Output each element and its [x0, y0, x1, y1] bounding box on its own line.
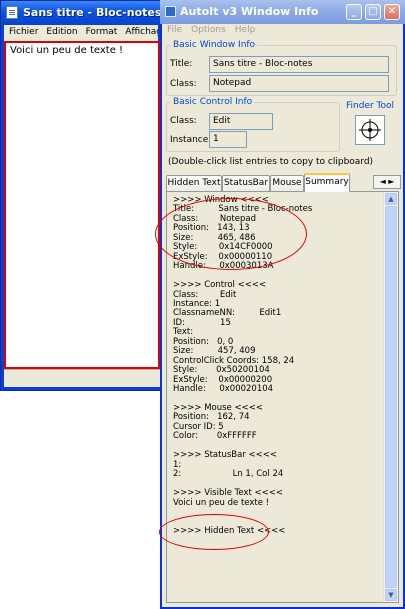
summary-line[interactable]: Handle: 0x0003013A: [173, 261, 312, 271]
menu-edition[interactable]: Edition: [41, 25, 80, 37]
maximize-button[interactable]: □: [365, 4, 381, 20]
autoit-menubar: File Options Help: [162, 24, 403, 39]
tab-summary[interactable]: Summary: [304, 173, 350, 192]
menu-help[interactable]: Help: [230, 24, 260, 35]
basic-control-info-legend: Basic Control Info: [173, 97, 253, 107]
control-instance-label: Instance:: [170, 135, 212, 145]
summary-line[interactable]: >>>> StatusBar <<<<: [173, 450, 312, 460]
control-class-field[interactable]: Edit: [209, 113, 273, 130]
summary-line[interactable]: 2: Ln 1, Col 24: [173, 469, 312, 479]
summary-line[interactable]: Handle: 0x00020104: [173, 384, 312, 394]
summary-line[interactable]: >>>> Hidden Text <<<<: [173, 526, 312, 536]
summary-line[interactable]: [173, 508, 312, 517]
finder-tool-label: Finder Tool: [346, 101, 395, 111]
summary-line[interactable]: Color: 0xFFFFFF: [173, 431, 312, 441]
notepad-edit-area[interactable]: Voici un peu de texte !: [4, 41, 160, 369]
notepad-title-bar[interactable]: Sans titre - Bloc-notes: [1, 1, 161, 25]
copy-hint: (Double-click list entries to copy to cl…: [168, 157, 374, 167]
summary-lines: >>>> Window <<<< Title: Sans titre - Bloc…: [173, 195, 312, 536]
notepad-icon: [6, 6, 18, 19]
menu-options[interactable]: Options: [186, 24, 230, 35]
summary-scrollbar[interactable]: ▲ ▼: [383, 192, 398, 602]
tab-hidden-text[interactable]: Hidden Text: [166, 175, 222, 191]
autoit-title: AutoIt v3 Window Info: [180, 5, 319, 18]
control-instance-field[interactable]: 1: [209, 131, 247, 148]
notepad-window: Sans titre - Bloc-notes Fichier Edition Fo…: [0, 0, 162, 391]
basic-window-info-legend: Basic Window Info: [173, 40, 256, 50]
notepad-status-bar: [4, 369, 160, 387]
notepad-title: Sans titre - Bloc-notes: [23, 6, 162, 19]
crosshair-icon: [359, 119, 381, 141]
summary-line[interactable]: ID: 15: [173, 318, 312, 328]
autoit-window: AutoIt v3 Window Info _ □ ✕ File Options H…: [155, 0, 405, 609]
scroll-down-icon[interactable]: ▼: [385, 589, 397, 601]
tab-mouse[interactable]: Mouse: [270, 175, 304, 191]
finder-tool[interactable]: [355, 115, 385, 145]
window-title-field[interactable]: Sans titre - Bloc-notes: [209, 56, 389, 73]
menu-affichage[interactable]: Affichage: [120, 25, 158, 37]
control-class-label: Class:: [170, 116, 197, 126]
scroll-up-icon[interactable]: ▲: [385, 193, 397, 205]
menu-file[interactable]: File: [162, 24, 186, 35]
notepad-menubar: FichierEditionFormatAffichage: [4, 25, 158, 41]
scroll-thumb[interactable]: [385, 206, 397, 588]
notepad-text: Voici un peu de texte !: [10, 45, 124, 56]
menu-format[interactable]: Format: [81, 25, 121, 37]
minimize-button[interactable]: _: [346, 4, 362, 20]
autoit-title-bar[interactable]: AutoIt v3 Window Info _ □ ✕: [160, 0, 405, 24]
summary-list[interactable]: >>>> Window <<<< Title: Sans titre - Bloc…: [166, 191, 399, 603]
window-class-field[interactable]: Notepad: [209, 75, 389, 92]
close-button[interactable]: ✕: [384, 4, 400, 20]
autoit-icon: [165, 6, 176, 17]
tab-scroll-arrows[interactable]: ◄ ►: [373, 175, 401, 189]
tab-statusbar[interactable]: StatusBar: [222, 175, 270, 191]
menu-fichier[interactable]: Fichier: [4, 25, 41, 37]
window-title-label: Title:: [170, 59, 193, 69]
window-class-label: Class:: [170, 79, 197, 89]
summary-line[interactable]: Voici un peu de texte !: [173, 498, 312, 508]
